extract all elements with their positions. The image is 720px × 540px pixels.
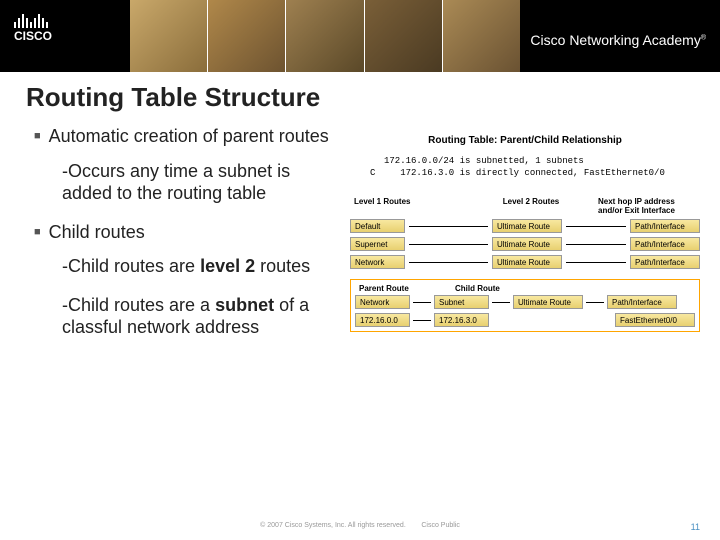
tag-default: Default bbox=[350, 219, 405, 233]
tag-ultimate-2: Ultimate Route bbox=[492, 237, 562, 251]
tag-pathif: Path/Interface bbox=[630, 219, 700, 233]
tag-ultimate-3: Ultimate Route bbox=[492, 255, 562, 269]
logo-text: CISCO bbox=[14, 29, 52, 43]
tag-ultimate: Ultimate Route bbox=[492, 219, 562, 233]
photo-strip bbox=[130, 0, 520, 72]
parent-child-box: Parent Route Child Route Network Subnet … bbox=[350, 279, 700, 332]
routes-header: Level 1 Routes Level 2 Routes Next hop I… bbox=[350, 197, 700, 219]
header-bar: CISCO Cisco Networking Academy® bbox=[0, 0, 720, 72]
sub-bullet-subnet: -Child routes are a subnet of a classful… bbox=[62, 294, 344, 339]
copyright: © 2007 Cisco Systems, Inc. All rights re… bbox=[260, 522, 406, 529]
header-level2: Level 2 Routes bbox=[476, 197, 586, 215]
diagram-title: Routing Table: Parent/Child Relationship bbox=[350, 135, 700, 146]
header-level1: Level 1 Routes bbox=[354, 197, 464, 215]
tag-supernet: Supernet bbox=[350, 237, 405, 251]
header-nexthop: Next hop IP address and/or Exit Interfac… bbox=[598, 197, 698, 215]
route-row-supernet: Supernet Ultimate Route Path/Interface bbox=[350, 237, 700, 251]
content-area: ■Automatic creation of parent routes -Oc… bbox=[0, 113, 720, 355]
sub-bullet-occurs: -Occurs any time a subnet is added to th… bbox=[62, 160, 344, 205]
tag-pc-pathif: Path/Interface bbox=[607, 295, 677, 309]
route-row-network: Network Ultimate Route Path/Interface bbox=[350, 255, 700, 269]
routing-code: 172.16.0.0/24 is subnetted, 1 subnets C … bbox=[370, 156, 700, 179]
classification: Cisco Public bbox=[421, 522, 460, 529]
text-column: ■Automatic creation of parent routes -Oc… bbox=[34, 125, 344, 355]
footer: © 2007 Cisco Systems, Inc. All rights re… bbox=[0, 522, 720, 532]
label-child-route: Child Route bbox=[445, 284, 695, 293]
sub-bullet-level2: -Child routes are level 2 routes bbox=[62, 255, 344, 278]
tag-pc-network: Network bbox=[355, 295, 410, 309]
slide-title: Routing Table Structure bbox=[0, 72, 720, 113]
label-parent-route: Parent Route bbox=[355, 284, 445, 293]
route-row-default: Default Ultimate Route Path/Interface bbox=[350, 219, 700, 233]
diagram-column: Routing Table: Parent/Child Relationship… bbox=[350, 125, 700, 355]
academy-text: Cisco Networking Academy® bbox=[530, 32, 706, 48]
tag-pathif-3: Path/Interface bbox=[630, 255, 700, 269]
tag-pc-ultimate: Ultimate Route bbox=[513, 295, 583, 309]
tag-ip2: 172.16.3.0 bbox=[434, 313, 489, 327]
page-number: 11 bbox=[691, 522, 700, 532]
tag-pathif-2: Path/Interface bbox=[630, 237, 700, 251]
tag-pc-subnet: Subnet bbox=[434, 295, 489, 309]
tag-ip1: 172.16.0.0 bbox=[355, 313, 410, 327]
tag-interface: FastEthernet0/0 bbox=[615, 313, 695, 327]
tag-network: Network bbox=[350, 255, 405, 269]
bullet-child-routes: ■Child routes bbox=[34, 221, 344, 244]
cisco-logo: CISCO bbox=[14, 14, 52, 43]
bullet-parent-routes: ■Automatic creation of parent routes bbox=[34, 125, 344, 148]
